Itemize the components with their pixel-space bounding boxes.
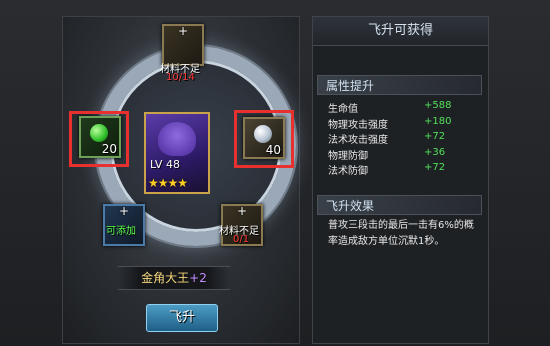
game-screen: + 材料不足 10/14 20 40 LV 48 ★★★★ + 可添加 + 材料… [0,0,550,346]
stat-value: +36 [424,147,446,158]
stat-value: +588 [424,100,452,111]
stat-label: 生命值 [328,104,358,115]
rewards-panel-title: 飞升可获得 [313,17,488,46]
bottom-left-slot-status: 可添加 [106,226,136,237]
top-slot-count: 10/14 [166,72,195,83]
highlight-box-left [69,111,129,167]
hero-stars: ★★★★ [148,176,188,190]
highlight-box-right [234,110,294,168]
hero-portrait[interactable]: LV 48 ★★★★ [144,112,210,194]
hero-level: LV 48 [150,158,180,171]
hero-plus-level: +2 [189,271,207,285]
stat-value: +72 [424,162,446,173]
attribute-section-header: 属性提升 [317,75,482,95]
bottom-right-slot-count: 0/1 [233,234,250,245]
hero-name-bar: 金角大王+2 [118,266,230,290]
add-icon: + [177,24,189,38]
stat-value: +72 [424,131,446,142]
stat-label: 物理防御 [328,151,368,162]
ascension-effect-text: 普攻三段击的最后一击有6%的概率造成敌方单位沉默1秒。 [328,220,474,247]
stat-label: 法术攻击强度 [328,135,388,146]
stat-label: 法术防御 [328,166,368,177]
ascend-button[interactable]: 飞升 [146,304,218,332]
stat-label: 物理攻击强度 [328,120,388,131]
effect-section-header: 飞升效果 [317,195,482,215]
add-icon: + [236,204,248,218]
hero-face-icon [158,122,196,156]
hero-name: 金角大王 [141,271,190,285]
add-icon: + [118,204,130,218]
rewards-panel: 飞升可获得 属性提升 飞升效果 [312,16,489,344]
stat-value: +180 [424,116,452,127]
